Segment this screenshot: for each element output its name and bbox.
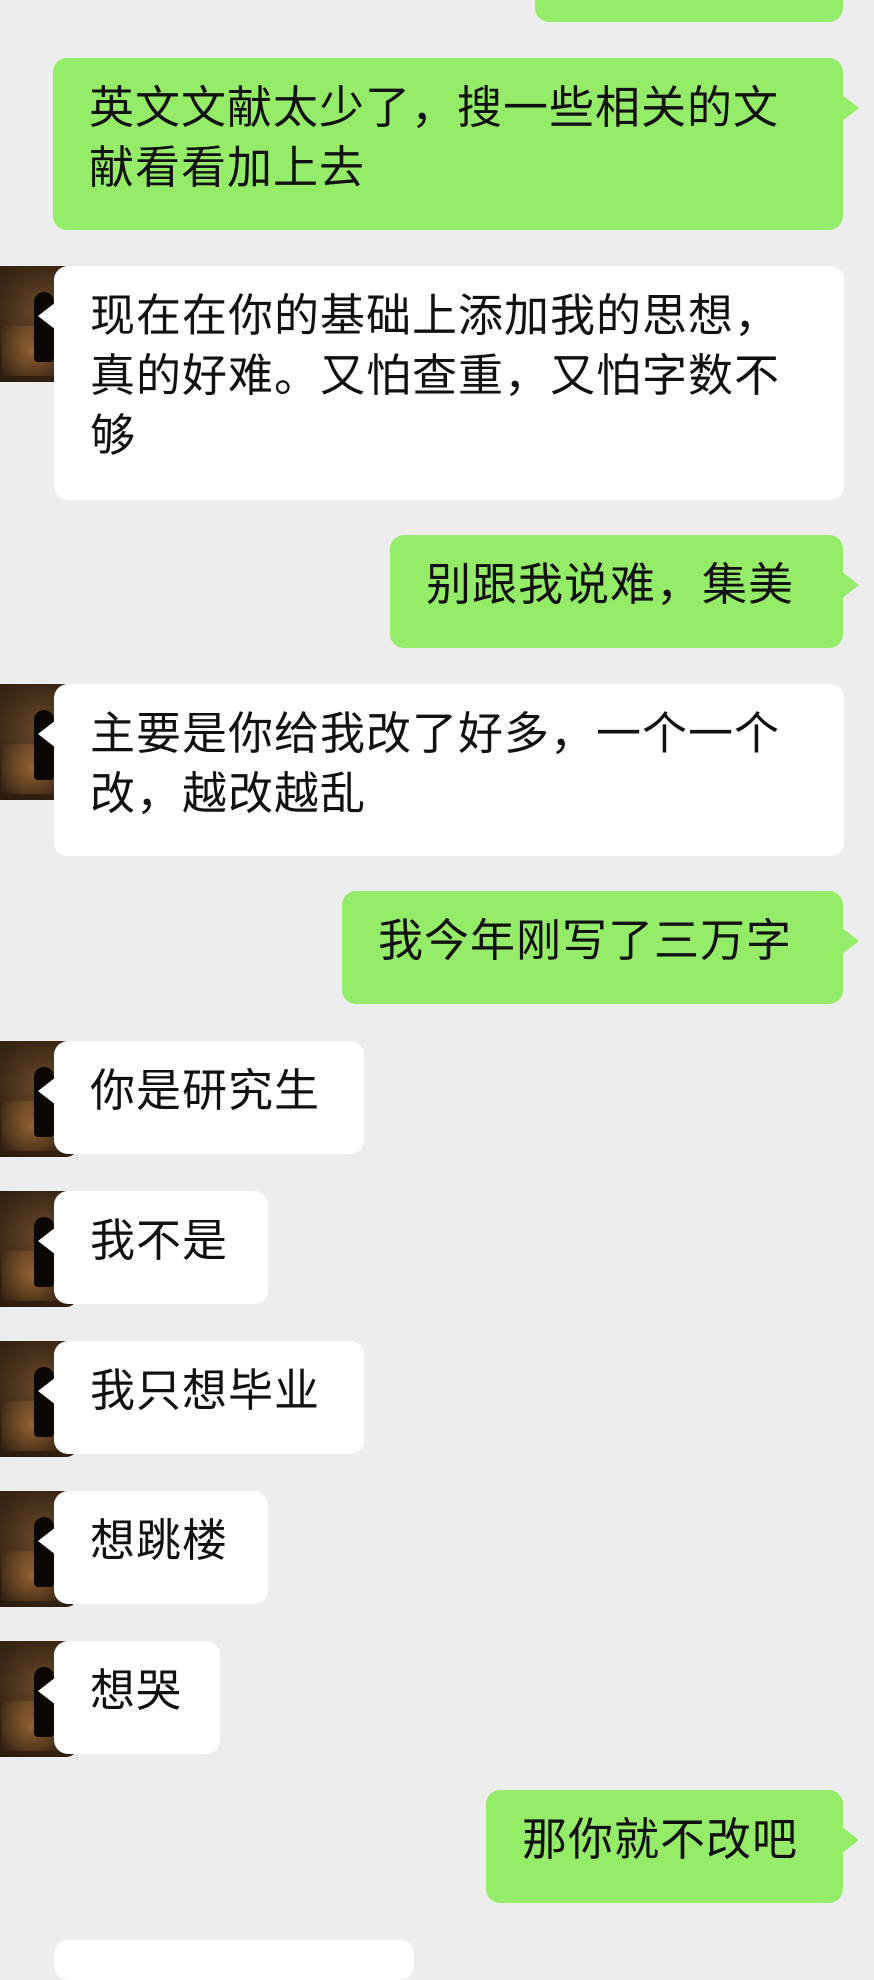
message-text: 我只想毕业 [90, 1364, 321, 1417]
message-text: 英文文献太少了，搜一些相关的文献看看加上去 [89, 81, 780, 194]
message-text: 想哭 [90, 1664, 183, 1717]
message-bubble-received[interactable]: 想跳楼 [38, 1491, 268, 1604]
message-bubble-received[interactable]: 主要是你给我改了好多，一个一个改，越改越乱 [38, 684, 844, 856]
message-text: 主要是你给我改了好多，一个一个改，越改越乱 [90, 707, 781, 820]
message-text: 现在在你的基础上添加我的思想，真的好难。又怕查重，又怕字数不够 [90, 289, 781, 462]
message-text: 我不是 [90, 1214, 229, 1267]
message-text: 想跳楼 [90, 1514, 229, 1567]
message-bubble-sent[interactable]: 我今年刚写了三万字 [342, 891, 859, 1004]
message-bubble-received[interactable]: 想哭 [38, 1641, 220, 1754]
message-bubble-sent[interactable]: 那你就不改吧 [486, 1790, 859, 1903]
message-text: 别跟我说难，集美 [426, 558, 795, 611]
message-bubble-received[interactable]: 现在在你的基础上添加我的思想，真的好难。又怕查重，又怕字数不够 [38, 266, 844, 500]
message-bubble-received[interactable]: 你是研究生 [38, 1041, 364, 1154]
chat-conversation[interactable]: 英文文献太少了，搜一些相关的文献看看加上去 现在在你的基础上添加我的思想，真的好… [0, 0, 874, 1980]
message-bubble-partial-sent[interactable] [535, 0, 843, 22]
message-text: 我今年刚写了三万字 [378, 914, 793, 967]
message-bubble-partial-received[interactable] [54, 1940, 414, 1980]
message-text: 你是研究生 [90, 1064, 321, 1117]
message-text: 那你就不改吧 [522, 1813, 799, 1866]
message-bubble-received[interactable]: 我只想毕业 [38, 1341, 364, 1454]
message-bubble-sent[interactable]: 英文文献太少了，搜一些相关的文献看看加上去 [53, 58, 859, 230]
message-bubble-received[interactable]: 我不是 [38, 1191, 268, 1304]
message-bubble-sent[interactable]: 别跟我说难，集美 [390, 535, 859, 648]
